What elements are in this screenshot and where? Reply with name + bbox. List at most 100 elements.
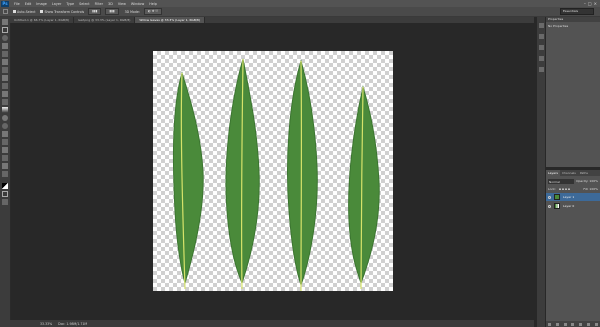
marquee-tool-icon[interactable]	[2, 27, 8, 33]
leaf-2	[225, 58, 260, 290]
tab-layers[interactable]: Layers	[546, 170, 560, 176]
opacity-value[interactable]: 100%	[589, 178, 598, 184]
tab-document-2[interactable]: leaf.png @ 33.3% (Layer 1, RGB/8)	[74, 17, 136, 23]
zoom-tool-icon[interactable]	[2, 171, 8, 177]
path-select-tool-icon[interactable]	[2, 147, 8, 153]
tab-document-1[interactable]: Untitled-1 @ 66.7% (Layer 1, RGB/8)	[10, 17, 75, 23]
properties-empty: No Properties	[548, 24, 569, 28]
folder-icon[interactable]	[579, 322, 583, 326]
status-bar: 33.33% Doc: 1.98M/1.71M	[10, 320, 534, 327]
layers-panel: Layers Channels Paths Normal Opacity: 10…	[546, 170, 600, 327]
move-tool-icon[interactable]	[3, 9, 8, 14]
show-transform-label: Show Transform Controls	[44, 9, 85, 14]
document-tabs: Untitled-1 @ 66.7% (Layer 1, RGB/8) leaf…	[10, 17, 534, 23]
auto-select-checkbox[interactable]: Auto-Select	[13, 10, 35, 14]
leaf-4	[348, 85, 380, 290]
menu-edit[interactable]: Edit	[25, 2, 32, 6]
3d-mode-buttons[interactable]: ◐ ✥ ⤧	[143, 8, 162, 15]
menu-filter[interactable]: Filter	[95, 2, 103, 6]
layers-footer	[546, 321, 600, 327]
layer-row-1[interactable]: Layer 1	[546, 193, 600, 201]
menu-type[interactable]: Type	[66, 2, 74, 6]
quick-select-tool-icon[interactable]	[2, 43, 8, 49]
blur-tool-icon[interactable]	[2, 115, 8, 121]
align-button[interactable]: ▮▮▮	[88, 8, 102, 15]
link-icon[interactable]	[548, 322, 552, 326]
character-icon[interactable]	[538, 56, 544, 61]
layer-name: Layer 0	[563, 204, 575, 208]
mask-icon[interactable]	[563, 322, 567, 326]
screen-mode-icon[interactable]	[2, 199, 8, 205]
menu-3d[interactable]: 3D	[108, 2, 113, 6]
menu-layer[interactable]: Layer	[52, 2, 61, 6]
blend-mode-select[interactable]: Normal	[548, 178, 575, 184]
fill-value[interactable]: 100%	[589, 186, 598, 192]
crop-tool-icon[interactable]	[2, 51, 8, 57]
pen-tool-icon[interactable]	[2, 131, 8, 137]
workspace-select[interactable]: Essentials	[560, 8, 594, 15]
auto-select-label: Auto-Select	[17, 9, 36, 14]
type-tool-icon[interactable]	[2, 139, 8, 145]
color-swatches-icon[interactable]	[2, 183, 8, 189]
quick-mask-icon[interactable]	[2, 191, 8, 197]
opacity-label: Opacity:	[576, 179, 589, 183]
show-transform-checkbox[interactable]: Show Transform Controls	[40, 10, 84, 14]
new-layer-icon[interactable]	[586, 322, 590, 326]
lock-icons[interactable]: ▪ ▪ ▪ ▪	[559, 186, 570, 192]
lasso-tool-icon[interactable]	[2, 35, 8, 41]
adjustment-icon[interactable]	[571, 322, 575, 326]
layer-name: Layer 1	[563, 195, 575, 199]
menu-view[interactable]: View	[118, 2, 126, 6]
document-info[interactable]: Doc: 1.98M/1.71M	[58, 322, 87, 326]
fill-label: Fill:	[583, 187, 589, 191]
zoom-level[interactable]: 33.33%	[40, 322, 52, 326]
close-icon[interactable]: ×	[594, 1, 597, 6]
history-brush-icon[interactable]	[2, 91, 8, 97]
distribute-button[interactable]: ▮▮▮	[105, 8, 119, 15]
fx-icon[interactable]	[556, 322, 560, 326]
dodge-tool-icon[interactable]	[2, 123, 8, 129]
panel-icon-strip	[537, 17, 545, 327]
options-bar: Auto-Select Show Transform Controls ▮▮▮ …	[0, 7, 600, 17]
brush-tool-icon[interactable]	[2, 75, 8, 81]
menu-select[interactable]: Select	[79, 2, 89, 6]
menu-help[interactable]: Help	[149, 2, 157, 6]
gradient-tool-icon[interactable]	[2, 107, 8, 113]
eraser-tool-icon[interactable]	[2, 99, 8, 105]
leaf-3	[287, 59, 318, 292]
tab-document-active[interactable]: Willow leaves @ 33.3% (Layer 1, RGB/8)	[135, 17, 206, 23]
properties-panel: Properties No Properties	[546, 17, 600, 167]
layer-thumbnail	[554, 194, 560, 200]
menu-file[interactable]: File	[14, 2, 20, 6]
visibility-eye-icon[interactable]	[548, 204, 551, 208]
menu-window[interactable]: Window	[131, 2, 144, 6]
tools-panel	[0, 17, 11, 327]
shape-tool-icon[interactable]	[2, 155, 8, 161]
photoshop-logo: Ps	[1, 0, 9, 7]
checkbox-icon	[13, 10, 16, 13]
tab-paths[interactable]: Paths	[578, 170, 590, 176]
menu-image[interactable]: Image	[36, 2, 47, 6]
visibility-eye-icon[interactable]	[548, 195, 551, 199]
eyedropper-tool-icon[interactable]	[2, 59, 8, 65]
menu-bar: Ps File Edit Image Layer Type Select Fil…	[0, 0, 600, 7]
leaf-1	[172, 71, 204, 290]
lock-label: Lock:	[548, 187, 556, 191]
minimize-icon[interactable]: –	[584, 1, 586, 6]
layer-thumbnail	[554, 203, 560, 209]
hand-tool-icon[interactable]	[2, 163, 8, 169]
document-canvas[interactable]	[153, 51, 393, 292]
paragraph-icon[interactable]	[538, 67, 544, 72]
info-icon[interactable]	[538, 45, 544, 50]
history-icon[interactable]	[538, 23, 544, 28]
tab-channels[interactable]: Channels	[560, 170, 578, 176]
stamp-tool-icon[interactable]	[2, 83, 8, 89]
maximize-icon[interactable]: □	[588, 1, 592, 6]
leaves-artwork	[172, 58, 380, 292]
healing-tool-icon[interactable]	[2, 67, 8, 73]
layer-row-2[interactable]: Layer 0	[546, 202, 600, 210]
actions-icon[interactable]	[538, 34, 544, 39]
trash-icon[interactable]	[594, 322, 598, 326]
move-tool-icon[interactable]	[2, 19, 8, 25]
checkbox-icon	[40, 10, 44, 13]
